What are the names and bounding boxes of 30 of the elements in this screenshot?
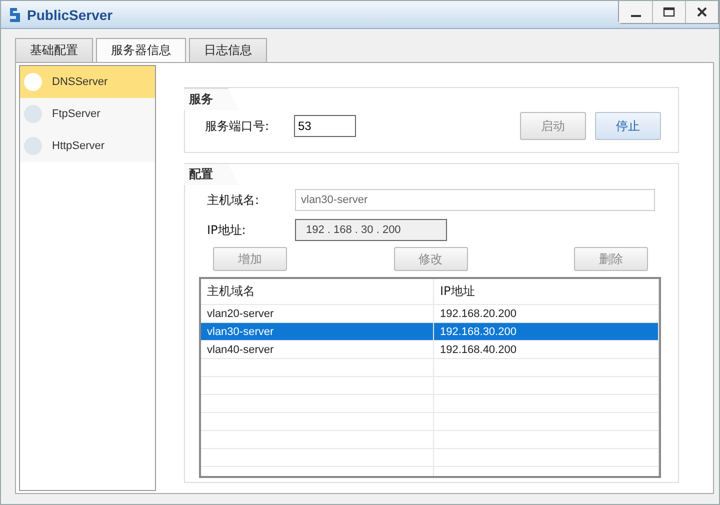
tab[interactable]: 日志信息: [189, 38, 267, 62]
sidebar-item[interactable]: FtpServer: [20, 98, 155, 130]
close-button[interactable]: [685, 1, 718, 23]
maximize-button[interactable]: [652, 1, 685, 23]
circle-icon: [24, 137, 42, 155]
minimize-button[interactable]: [619, 1, 652, 23]
tab[interactable]: 服务器信息: [96, 38, 186, 62]
sidebar-item[interactable]: DNSServer: [20, 66, 155, 98]
app-icon: [7, 6, 23, 24]
table-row[interactable]: vlan40-server 192.168.40.200: [201, 341, 659, 359]
sidebar-item[interactable]: HttpServer: [20, 130, 155, 162]
window-title: PublicServer: [27, 6, 113, 22]
column-header: IP地址: [434, 279, 659, 304]
ip-address-field[interactable]: 192 . 168 . 30 . 200: [295, 219, 447, 241]
close-icon: [697, 7, 707, 17]
service-button[interactable]: 停止: [595, 112, 661, 140]
port-field[interactable]: 53: [294, 115, 356, 137]
column-header: 主机域名: [201, 279, 434, 304]
field-label: 主机域名:: [207, 192, 260, 208]
field-label: IP地址:: [207, 222, 247, 238]
tab[interactable]: 基础配置: [15, 38, 93, 62]
circle-icon: [24, 105, 42, 123]
circle-icon: [24, 73, 42, 91]
group-title: 服务: [184, 88, 239, 110]
maximize-icon: [663, 7, 675, 17]
table-row[interactable]: vlan30-server 192.168.30.200: [201, 323, 659, 341]
group-title: 配置: [184, 163, 239, 185]
hostname-field[interactable]: vlan30-server: [295, 189, 655, 211]
minimize-icon: [630, 15, 640, 17]
field-label: 服务端口号:: [205, 118, 270, 134]
